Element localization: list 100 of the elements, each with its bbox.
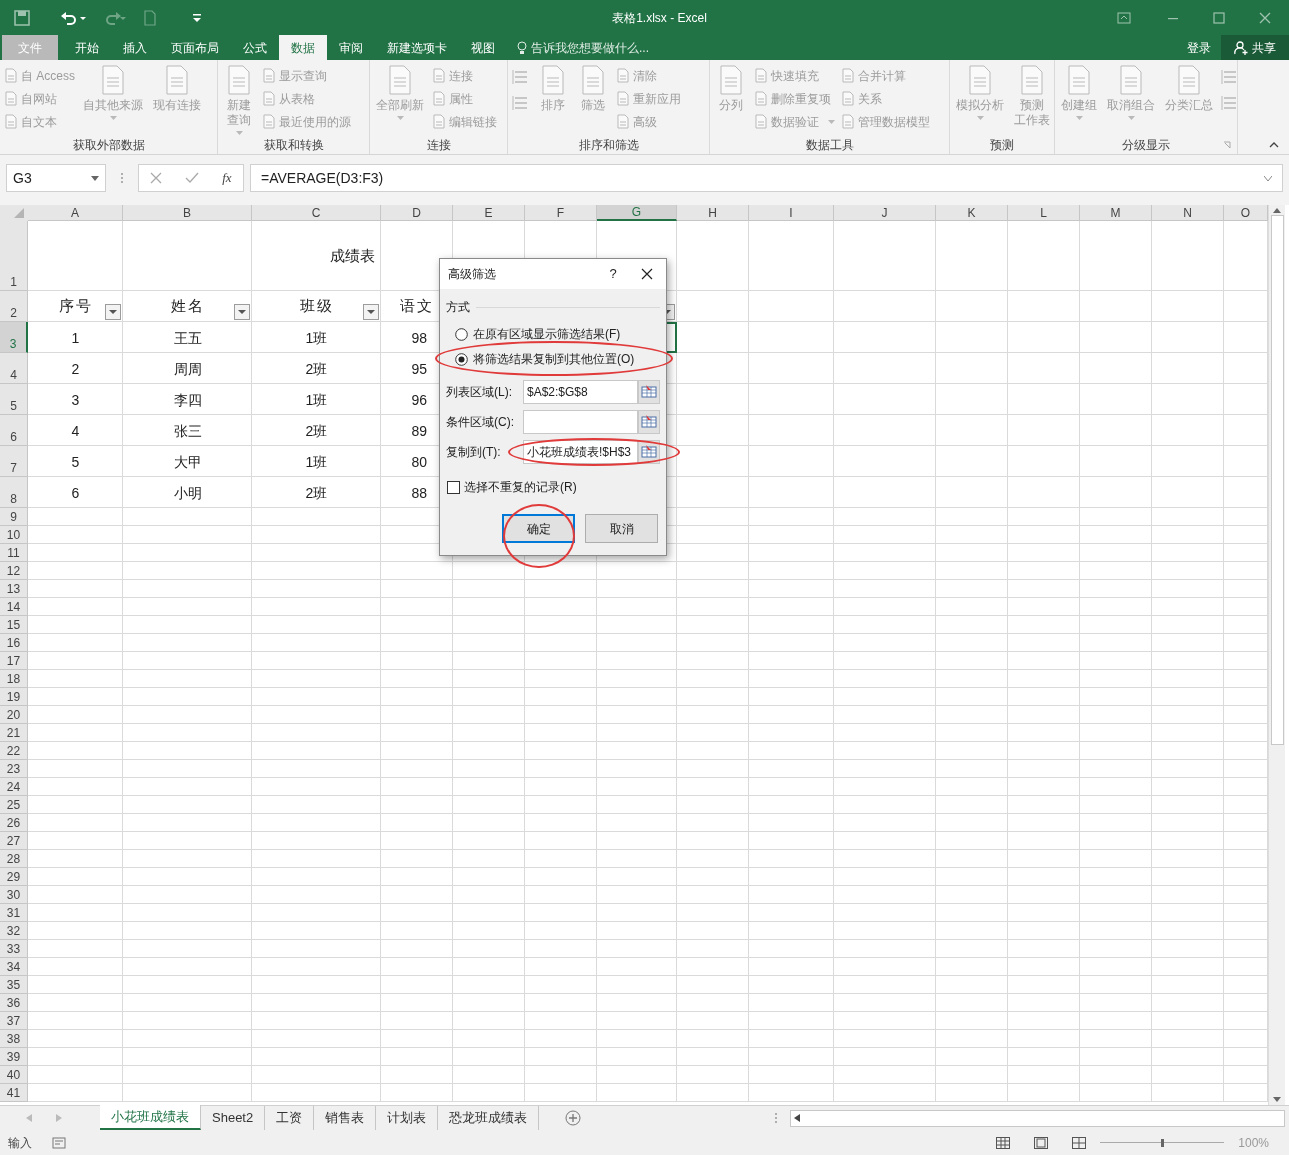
sign-in-link[interactable]: 登录 bbox=[1177, 35, 1221, 60]
name-box[interactable]: G3 bbox=[6, 164, 106, 192]
zoom-slider[interactable] bbox=[1100, 1136, 1225, 1149]
row-header[interactable]: 21 bbox=[0, 724, 28, 742]
undo-icon[interactable] bbox=[60, 9, 86, 26]
column-header[interactable]: D bbox=[381, 205, 453, 221]
row-header[interactable]: 4 bbox=[0, 353, 28, 384]
filter-dropdown-button[interactable] bbox=[105, 304, 121, 320]
filter-dropdown-button[interactable] bbox=[363, 304, 379, 320]
macro-record-icon[interactable] bbox=[52, 1136, 66, 1149]
ribbon-tab[interactable]: 视图 bbox=[459, 35, 507, 60]
row-header[interactable]: 20 bbox=[0, 706, 28, 724]
customize-toolbar-icon[interactable] bbox=[192, 12, 202, 23]
checkmark-icon[interactable] bbox=[185, 172, 200, 184]
row-header[interactable]: 9 bbox=[0, 508, 28, 526]
row-header[interactable]: 8 bbox=[0, 477, 28, 508]
row-header[interactable]: 27 bbox=[0, 832, 28, 850]
row-header[interactable]: 12 bbox=[0, 562, 28, 580]
insert-function-button[interactable]: fx bbox=[222, 168, 232, 188]
row-header[interactable]: 3 bbox=[0, 322, 28, 353]
ribbon-tab[interactable]: 公式 bbox=[231, 35, 279, 60]
cancel-icon[interactable] bbox=[150, 172, 163, 184]
ribbon-display-options-icon[interactable] bbox=[1117, 11, 1131, 24]
scrollbar-thumb[interactable] bbox=[1270, 215, 1284, 745]
row-header[interactable]: 31 bbox=[0, 904, 28, 922]
row-header[interactable]: 35 bbox=[0, 976, 28, 994]
row-header[interactable]: 25 bbox=[0, 796, 28, 814]
ribbon-tab[interactable]: 审阅 bbox=[327, 35, 375, 60]
checkbox-label[interactable]: 选择不重复的记录(R) bbox=[464, 478, 577, 496]
radio-label[interactable]: 在原有区域显示筛选结果(F) bbox=[473, 325, 621, 343]
row-header[interactable]: 17 bbox=[0, 652, 28, 670]
page-layout-icon[interactable] bbox=[1034, 1136, 1049, 1149]
ribbon-tab[interactable]: 插入 bbox=[111, 35, 159, 60]
row-header[interactable]: 30 bbox=[0, 886, 28, 904]
row-header[interactable]: 36 bbox=[0, 994, 28, 1012]
new-document-icon[interactable] bbox=[144, 9, 156, 26]
tell-me-search[interactable]: 告诉我您想要做什么... bbox=[517, 35, 649, 60]
row-header[interactable]: 2 bbox=[0, 291, 28, 322]
row-header[interactable]: 6 bbox=[0, 415, 28, 446]
close-icon[interactable] bbox=[641, 268, 653, 280]
row-header[interactable]: 1 bbox=[0, 221, 28, 291]
help-button[interactable]: ? bbox=[598, 264, 628, 284]
page-break-view-icon[interactable] bbox=[1072, 1136, 1087, 1149]
column-header[interactable]: O bbox=[1224, 205, 1268, 221]
checkbox[interactable] bbox=[447, 480, 460, 494]
row-header[interactable]: 14 bbox=[0, 598, 28, 616]
row-header[interactable]: 5 bbox=[0, 384, 28, 415]
row-header[interactable]: 40 bbox=[0, 1066, 28, 1084]
share-button[interactable]: 共享 bbox=[1221, 35, 1289, 60]
row-header[interactable]: 29 bbox=[0, 868, 28, 886]
range-field[interactable]: 小花班成绩表!$H$3 bbox=[523, 440, 638, 464]
row-header[interactable]: 10 bbox=[0, 526, 28, 544]
maximize-icon[interactable] bbox=[1213, 11, 1225, 24]
row-header[interactable]: 39 bbox=[0, 1048, 28, 1066]
radio-button[interactable] bbox=[455, 352, 468, 366]
range-field[interactable] bbox=[523, 410, 638, 434]
row-header[interactable]: 37 bbox=[0, 1012, 28, 1030]
column-header[interactable]: A bbox=[28, 205, 123, 221]
row-header[interactable]: 24 bbox=[0, 778, 28, 796]
dialog-button[interactable]: 确定 bbox=[502, 514, 575, 543]
column-header[interactable]: H bbox=[677, 205, 749, 221]
row-header[interactable]: 11 bbox=[0, 544, 28, 562]
range-picker-button[interactable] bbox=[638, 410, 660, 434]
row-header[interactable]: 23 bbox=[0, 760, 28, 778]
range-picker-button[interactable] bbox=[638, 380, 660, 404]
row-header[interactable]: 28 bbox=[0, 850, 28, 868]
dialog-button[interactable]: 取消 bbox=[585, 514, 658, 543]
collapse-ribbon-icon[interactable] bbox=[1269, 142, 1279, 148]
ribbon-tab[interactable]: 开始 bbox=[63, 35, 111, 60]
save-icon[interactable] bbox=[14, 9, 30, 26]
column-header[interactable]: E bbox=[453, 205, 525, 221]
vertical-scrollbar[interactable] bbox=[1268, 205, 1285, 1105]
column-header[interactable]: I bbox=[749, 205, 834, 221]
horizontal-scrollbar[interactable] bbox=[790, 1109, 1285, 1127]
row-header[interactable]: 32 bbox=[0, 922, 28, 940]
column-header[interactable]: K bbox=[936, 205, 1008, 221]
radio-button[interactable] bbox=[455, 327, 468, 341]
row-header[interactable]: 26 bbox=[0, 814, 28, 832]
row-header[interactable]: 38 bbox=[0, 1030, 28, 1048]
formula-field[interactable]: =AVERAGE(D3:F3) bbox=[250, 164, 1283, 192]
row-header[interactable]: 41 bbox=[0, 1084, 28, 1102]
column-header[interactable]: B bbox=[123, 205, 252, 221]
row-header[interactable]: 33 bbox=[0, 940, 28, 958]
column-header[interactable]: C bbox=[252, 205, 381, 221]
row-header[interactable]: 15 bbox=[0, 616, 28, 634]
column-header[interactable]: N bbox=[1152, 205, 1224, 221]
row-header[interactable]: 22 bbox=[0, 742, 28, 760]
column-header[interactable]: M bbox=[1080, 205, 1152, 221]
column-header[interactable]: L bbox=[1008, 205, 1080, 221]
range-field[interactable]: $A$2:$G$8 bbox=[523, 380, 638, 404]
row-header[interactable]: 18 bbox=[0, 670, 28, 688]
ribbon-tab[interactable]: 数据 bbox=[279, 35, 327, 60]
row-header[interactable]: 7 bbox=[0, 446, 28, 477]
ribbon-tab[interactable]: 新建选项卡 bbox=[375, 35, 459, 60]
filter-dropdown-button[interactable] bbox=[234, 304, 250, 320]
row-header[interactable]: 16 bbox=[0, 634, 28, 652]
slider-thumb[interactable] bbox=[1160, 1138, 1164, 1147]
normal-view-icon[interactable] bbox=[996, 1136, 1011, 1149]
column-header[interactable]: G bbox=[597, 205, 677, 221]
row-header[interactable]: 13 bbox=[0, 580, 28, 598]
